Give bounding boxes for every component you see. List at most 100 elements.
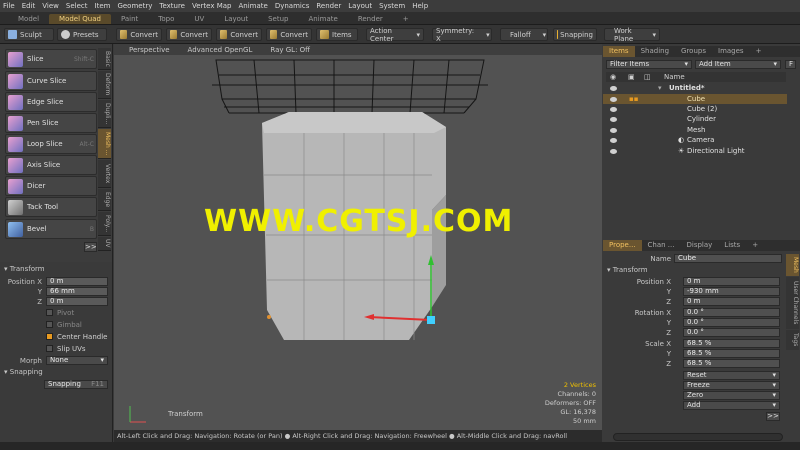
tab-shading[interactable]: Shading xyxy=(635,46,675,57)
tree-row-cube-2[interactable]: Cube (2) xyxy=(603,104,787,114)
prop-scale-x-field[interactable]: 68.5 % xyxy=(683,339,780,348)
menu-view[interactable]: View xyxy=(42,2,59,10)
menu-dynamics[interactable]: Dynamics xyxy=(275,2,310,10)
eye-icon[interactable] xyxy=(610,96,617,102)
eye-icon[interactable] xyxy=(610,85,617,91)
vtab-polygon[interactable]: Poly... xyxy=(98,212,111,236)
convert-button-4[interactable]: Convert xyxy=(266,28,312,41)
convert-button-2[interactable]: Convert xyxy=(166,28,212,41)
vtab-vertex[interactable]: Vertex xyxy=(98,160,111,188)
add-item-dropdown[interactable]: Add Item ▾ xyxy=(695,60,781,69)
tree-row-cube-selected[interactable]: ▪▪ Cube xyxy=(603,94,787,104)
prop-scale-z-field[interactable]: 68.5 % xyxy=(683,359,780,368)
freeze-dropdown[interactable]: Freeze ▾ xyxy=(683,381,780,390)
prop-rotation-x-field[interactable]: 0.0 ° xyxy=(683,308,780,317)
prop-scale-y-field[interactable]: 68.5 % xyxy=(683,349,780,358)
menu-texture[interactable]: Texture xyxy=(159,2,185,10)
menu-layout[interactable]: Layout xyxy=(348,2,372,10)
vtab-tags[interactable]: Tags xyxy=(786,330,799,350)
symmetry-dropdown[interactable]: Symmetry: X ▾ xyxy=(432,27,492,43)
tab-model-quad[interactable]: Model Quad xyxy=(49,14,111,24)
prop-rotation-z-field[interactable]: 0.0 ° xyxy=(683,328,780,337)
ray-gl-toggle[interactable]: Ray GL: Off xyxy=(270,46,310,54)
reset-dropdown[interactable]: Reset ▾ xyxy=(683,371,780,380)
shading-mode-dropdown[interactable]: Advanced OpenGL xyxy=(188,46,253,54)
sculpt-button[interactable]: Sculpt xyxy=(4,28,54,41)
tab-images[interactable]: Images xyxy=(712,46,750,57)
vtab-deform[interactable]: Deform xyxy=(98,71,111,99)
center-handle-checkbox[interactable] xyxy=(46,333,53,340)
eye-icon[interactable] xyxy=(610,116,617,122)
tree-row-light[interactable]: ☀ Directional Light xyxy=(603,146,787,156)
tab-add[interactable]: + xyxy=(393,14,419,24)
work-plane-dropdown[interactable]: Work Plane ▾ xyxy=(604,27,660,43)
edge-slice-tool[interactable]: Edge Slice xyxy=(5,92,97,112)
prop-position-y-field[interactable]: -930 mm xyxy=(683,287,780,296)
presets-button[interactable]: Presets xyxy=(57,28,107,41)
tab-model[interactable]: Model xyxy=(8,14,49,24)
menu-item[interactable]: Item xyxy=(95,2,111,10)
slip-uvs-checkbox[interactable] xyxy=(46,345,53,352)
eye-icon[interactable] xyxy=(610,127,617,133)
3d-viewport[interactable]: Perspective Advanced OpenGL Ray GL: Off xyxy=(114,44,602,430)
tab-add-props[interactable]: + xyxy=(746,240,764,251)
prop-position-z-field[interactable]: 0 m xyxy=(683,297,780,306)
tab-uv[interactable]: UV xyxy=(184,14,214,24)
menu-geometry[interactable]: Geometry xyxy=(117,2,152,10)
tab-properties[interactable]: Prope... xyxy=(603,240,642,251)
position-y-field[interactable]: 66 mm xyxy=(46,287,108,296)
vtab-user-channels[interactable]: User Channels xyxy=(786,277,799,329)
tab-lists[interactable]: Lists xyxy=(718,240,746,251)
tree-row-scene[interactable]: ▾ Untitled* xyxy=(603,83,787,93)
action-center-dropdown[interactable]: Action Center ▾ xyxy=(366,27,424,43)
name-field[interactable]: Cube xyxy=(674,254,782,263)
tab-layout[interactable]: Layout xyxy=(214,14,258,24)
loop-slice-tool[interactable]: Loop Slice Alt-C xyxy=(5,134,97,154)
menu-system[interactable]: System xyxy=(379,2,405,10)
tack-tool[interactable]: Tack Tool xyxy=(5,197,97,217)
eye-icon[interactable] xyxy=(610,106,617,112)
view-type-dropdown[interactable]: Perspective xyxy=(129,46,170,54)
vtab-duplicate[interactable]: Dupli... xyxy=(98,100,111,128)
menu-help[interactable]: Help xyxy=(412,2,428,10)
snapping-section[interactable]: ▾ Snapping xyxy=(4,368,43,376)
dicer-tool[interactable]: Dicer xyxy=(5,176,97,196)
vtab-mesh[interactable]: Mesh xyxy=(786,254,799,276)
menu-edit[interactable]: Edit xyxy=(22,2,36,10)
zero-dropdown[interactable]: Zero ▾ xyxy=(683,391,780,400)
menu-select[interactable]: Select xyxy=(66,2,88,10)
snapping-toggle[interactable]: Snapping F11 xyxy=(44,380,108,389)
tab-groups[interactable]: Groups xyxy=(675,46,712,57)
transform-section[interactable]: ▾ Transform xyxy=(4,265,45,273)
vtab-basic[interactable]: Basic xyxy=(98,48,111,70)
menu-file[interactable]: File xyxy=(3,2,15,10)
tab-display[interactable]: Display xyxy=(680,240,718,251)
vtab-uv[interactable]: UV xyxy=(98,237,111,251)
morph-dropdown[interactable]: None ▾ xyxy=(46,356,108,365)
item-lock-icon[interactable]: ▪▪ xyxy=(629,95,639,103)
axis-slice-tool[interactable]: Axis Slice xyxy=(5,155,97,175)
bevel-tool[interactable]: Bevel B xyxy=(5,219,97,239)
tab-add-panel[interactable]: + xyxy=(750,46,768,57)
convert-button-1[interactable]: Convert xyxy=(116,28,162,41)
tab-animate[interactable]: Animate xyxy=(298,14,347,24)
vtab-edge[interactable]: Edge xyxy=(98,189,111,211)
pivot-checkbox[interactable] xyxy=(46,309,53,316)
more-tools-button[interactable]: >> xyxy=(84,242,97,252)
vtab-mesh-edit[interactable]: Mesh ... xyxy=(98,129,111,159)
filter-items-dropdown[interactable]: Filter Items ▾ xyxy=(606,60,692,69)
items-button[interactable]: Items xyxy=(316,28,358,41)
command-input[interactable] xyxy=(613,433,783,441)
tab-render[interactable]: Render xyxy=(348,14,393,24)
position-x-field[interactable]: 0 m xyxy=(46,277,108,286)
convert-button-3[interactable]: Convert xyxy=(216,28,262,41)
more-props-button[interactable]: >> xyxy=(766,412,780,421)
eye-icon[interactable] xyxy=(610,137,617,143)
eye-icon[interactable] xyxy=(610,148,617,154)
menu-vertex-map[interactable]: Vertex Map xyxy=(192,2,232,10)
snapping-button[interactable]: Snapping xyxy=(553,28,597,41)
curve-slice-tool[interactable]: Curve Slice xyxy=(5,71,97,91)
tab-setup[interactable]: Setup xyxy=(258,14,298,24)
falloff-dropdown[interactable]: Falloff ▾ xyxy=(500,28,548,41)
pen-slice-tool[interactable]: Pen Slice xyxy=(5,113,97,133)
